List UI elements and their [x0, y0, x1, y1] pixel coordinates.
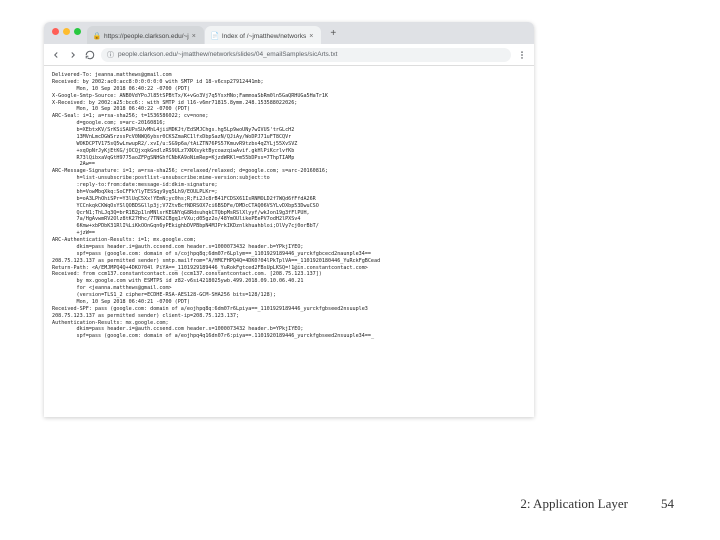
tab-index-networks[interactable]: 📄 Index of /~jmatthew/networks × [205, 26, 321, 44]
address-bar[interactable]: ⓘ people.clarkson.edu/~jmatthew/networks… [101, 48, 511, 62]
email-headers-text: Delivered-To: jeanna.matthews@gmail.com … [52, 72, 526, 340]
not-secure-icon: ⓘ [107, 50, 114, 60]
tab-label: https://people.clarkson.edu/~j [104, 33, 189, 40]
browser-window: 🔒 https://people.clarkson.edu/~j × 📄 Ind… [44, 22, 534, 417]
tab-bar: 🔒 https://people.clarkson.edu/~j × 📄 Ind… [44, 22, 534, 44]
menu-button[interactable] [516, 49, 528, 61]
toolbar: ⓘ people.clarkson.edu/~jmatthew/networks… [44, 44, 534, 66]
close-icon[interactable]: × [309, 33, 313, 40]
url-text: people.clarkson.edu/~jmatthew/networks/s… [118, 51, 505, 58]
close-icon[interactable] [52, 28, 59, 35]
page-viewport: Delivered-To: jeanna.matthews@gmail.com … [44, 66, 534, 417]
page-icon: 📄 [211, 32, 219, 40]
forward-button[interactable] [67, 49, 79, 61]
tab-label: Index of /~jmatthew/networks [222, 33, 306, 40]
minimize-icon[interactable] [63, 28, 70, 35]
slide-footer-label: 2: Application Layer [520, 496, 628, 512]
secure-icon: 🔒 [93, 32, 101, 40]
back-button[interactable] [50, 49, 62, 61]
reload-button[interactable] [84, 49, 96, 61]
maximize-icon[interactable] [74, 28, 81, 35]
slide-number: 54 [661, 496, 674, 512]
window-controls [50, 28, 87, 39]
close-icon[interactable]: × [192, 33, 196, 40]
tab-people-clarkson[interactable]: 🔒 https://people.clarkson.edu/~j × [87, 26, 204, 44]
new-tab-button[interactable]: + [326, 26, 340, 40]
